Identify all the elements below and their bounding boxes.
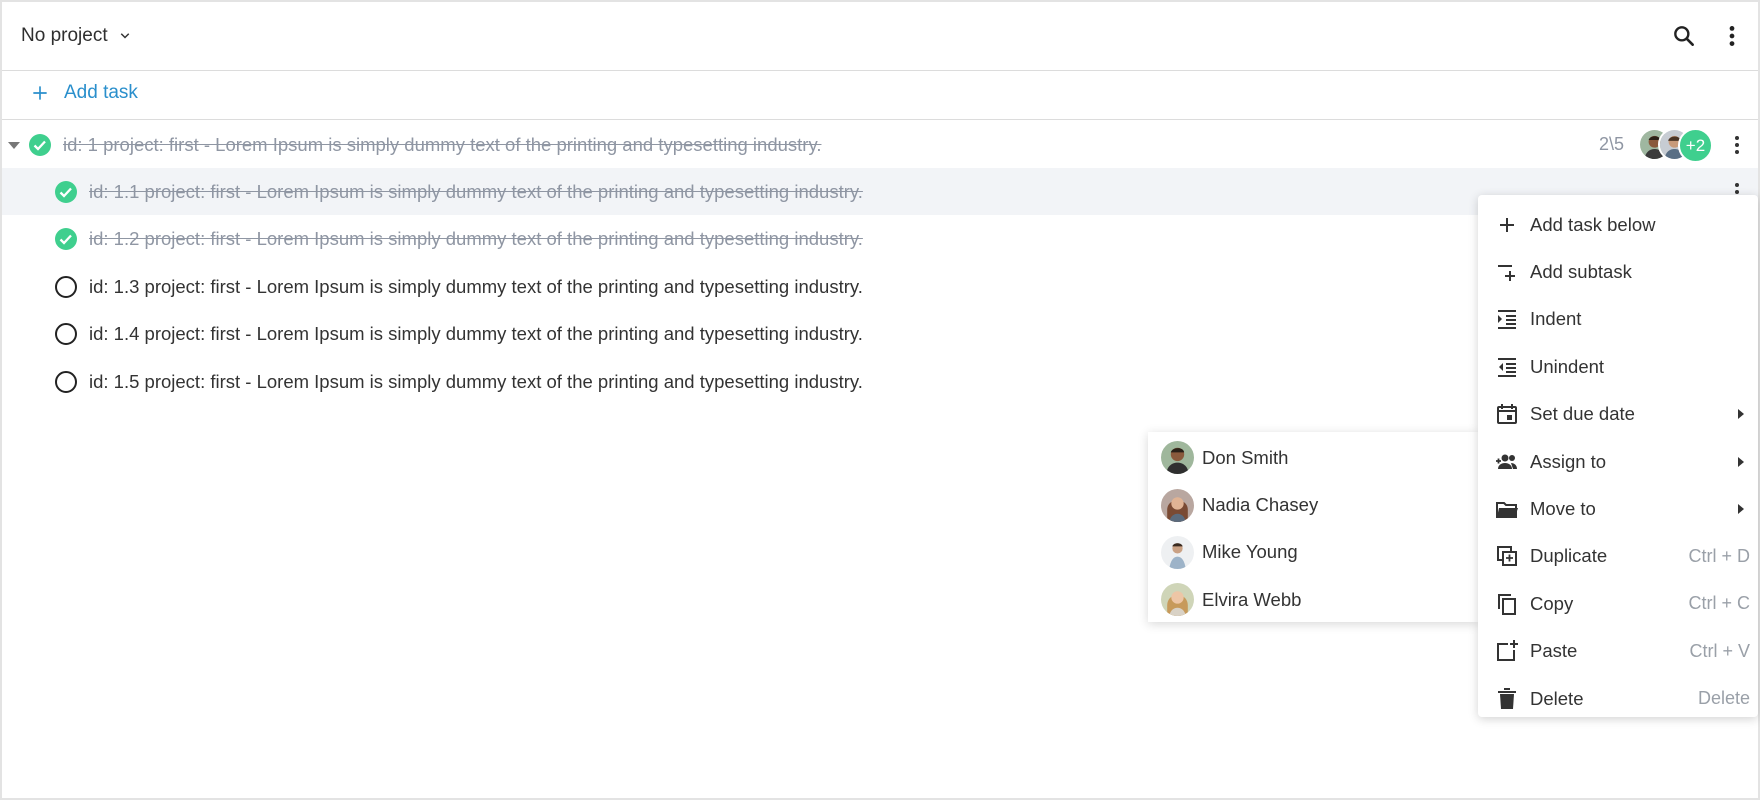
chevron-right-icon	[1738, 504, 1744, 515]
assign-people-icon	[1496, 454, 1517, 469]
menu-item-label: Move to	[1530, 498, 1596, 520]
subtask-counter: 2\5	[1599, 134, 1625, 154]
paste-icon	[1497, 640, 1518, 662]
menu-item-add-subtask[interactable]: Add subtask	[1478, 248, 1758, 295]
unindent-icon	[1498, 357, 1516, 377]
assignee-option-mike-young[interactable]: Mike Young	[1148, 529, 1478, 576]
toolbar: No project	[2, 2, 1758, 71]
avatar	[1161, 488, 1194, 522]
task-text: id: 1.4 project: first - Lorem Ipsum is …	[89, 322, 863, 344]
avatar	[1161, 535, 1194, 569]
menu-item-assign-to[interactable]: Assign to	[1478, 438, 1758, 485]
duplicate-icon	[1497, 546, 1517, 567]
avatar	[1161, 441, 1194, 475]
assignee-option-don-smith[interactable]: Don Smith	[1148, 434, 1478, 481]
menu-item-label: Set due date	[1530, 403, 1635, 425]
unchecked-circle-icon[interactable]	[54, 322, 78, 346]
search-icon	[1674, 26, 1694, 46]
task-text: id: 1.1 project: first - Lorem Ipsum is …	[89, 180, 863, 202]
search-button[interactable]	[1670, 22, 1698, 50]
add-task-button[interactable]: Add task	[30, 82, 138, 104]
folder-icon	[1496, 502, 1518, 519]
menu-item-set-due-date[interactable]: Set due date	[1478, 391, 1758, 438]
collapse-caret-icon[interactable]	[6, 137, 22, 153]
more-vert-icon	[1729, 26, 1735, 46]
task-context-menu: Add task below Add subtask Indent Uninde…	[1478, 195, 1758, 717]
avatar	[1161, 583, 1194, 617]
menu-item-label: Assign to	[1530, 450, 1607, 472]
assignee-name: Elvira Webb	[1202, 588, 1302, 610]
task-row[interactable]: id: 1 project: first - Lorem Ipsum is si…	[2, 121, 1758, 168]
task-text: id: 1.2 project: first - Lorem Ipsum is …	[89, 227, 863, 249]
unchecked-circle-icon[interactable]	[54, 370, 78, 394]
menu-item-move-to[interactable]: Move to	[1478, 485, 1758, 532]
plus-icon	[1500, 217, 1514, 232]
unchecked-circle-icon[interactable]	[54, 275, 78, 299]
more-assignees-badge[interactable]: +2	[1678, 128, 1713, 163]
shortcut-label: Delete	[1697, 688, 1750, 709]
menu-item-label: Copy	[1530, 592, 1574, 614]
shortcut-label: Ctrl + V	[1689, 640, 1750, 661]
chevron-down-icon	[120, 33, 129, 39]
toolbar-more-button[interactable]	[1718, 22, 1746, 50]
menu-item-indent[interactable]: Indent	[1478, 296, 1758, 343]
menu-item-label: Unindent	[1530, 355, 1605, 377]
menu-item-unindent[interactable]: Unindent	[1478, 343, 1758, 390]
menu-item-label: Delete	[1530, 687, 1584, 709]
task-text: id: 1.3 project: first - Lorem Ipsum is …	[89, 275, 863, 297]
assignee-option-elvira-webb[interactable]: Elvira Webb	[1148, 576, 1478, 623]
add-subtask-icon	[1498, 265, 1515, 282]
assignee-name: Mike Young	[1202, 541, 1298, 563]
calendar-icon	[1497, 404, 1517, 425]
menu-item-add-task-below[interactable]: Add task below	[1478, 201, 1758, 248]
assign-submenu: Don Smith Nadia Chasey Mike Young Elvira…	[1148, 432, 1478, 622]
menu-item-copy[interactable]: Copy Ctrl + C	[1478, 580, 1758, 627]
menu-item-label: Indent	[1530, 308, 1582, 330]
checked-circle-icon[interactable]	[54, 227, 78, 251]
chevron-right-icon	[1738, 456, 1744, 467]
menu-item-label: Add subtask	[1530, 261, 1632, 283]
menu-item-delete[interactable]: Delete Delete	[1478, 675, 1758, 722]
project-select-label: No project	[21, 25, 108, 46]
assignee-option-nadia-chasey[interactable]: Nadia Chasey	[1148, 481, 1478, 528]
assignee-name: Don Smith	[1202, 446, 1289, 468]
indent-icon	[1498, 310, 1516, 330]
shortcut-label: Ctrl + C	[1688, 593, 1750, 614]
trash-icon	[1498, 687, 1516, 709]
menu-item-label: Add task below	[1530, 213, 1656, 235]
project-select[interactable]: No project	[21, 20, 134, 52]
checked-circle-icon[interactable]	[54, 180, 78, 204]
menu-item-duplicate[interactable]: Duplicate Ctrl + D	[1478, 533, 1758, 580]
chevron-right-icon	[1738, 409, 1744, 420]
task-list-window: No project Add task id: 1 project: first…	[0, 0, 1760, 800]
copy-icon	[1498, 593, 1516, 615]
task-more-button[interactable]	[1724, 132, 1750, 158]
checked-circle-icon[interactable]	[28, 133, 52, 157]
shortcut-label: Ctrl + D	[1688, 545, 1750, 566]
menu-item-label: Paste	[1530, 640, 1578, 662]
menu-item-paste[interactable]: Paste Ctrl + V	[1478, 628, 1758, 675]
plus-icon	[33, 86, 47, 100]
task-text: id: 1.5 project: first - Lorem Ipsum is …	[89, 370, 863, 392]
add-task-bar: Add task	[2, 71, 1758, 120]
task-text: id: 1 project: first - Lorem Ipsum is si…	[63, 133, 822, 155]
menu-item-label: Duplicate	[1530, 545, 1608, 567]
add-task-label: Add task	[64, 82, 138, 103]
assignee-name: Nadia Chasey	[1202, 494, 1319, 516]
more-vert-icon	[1735, 135, 1739, 154]
